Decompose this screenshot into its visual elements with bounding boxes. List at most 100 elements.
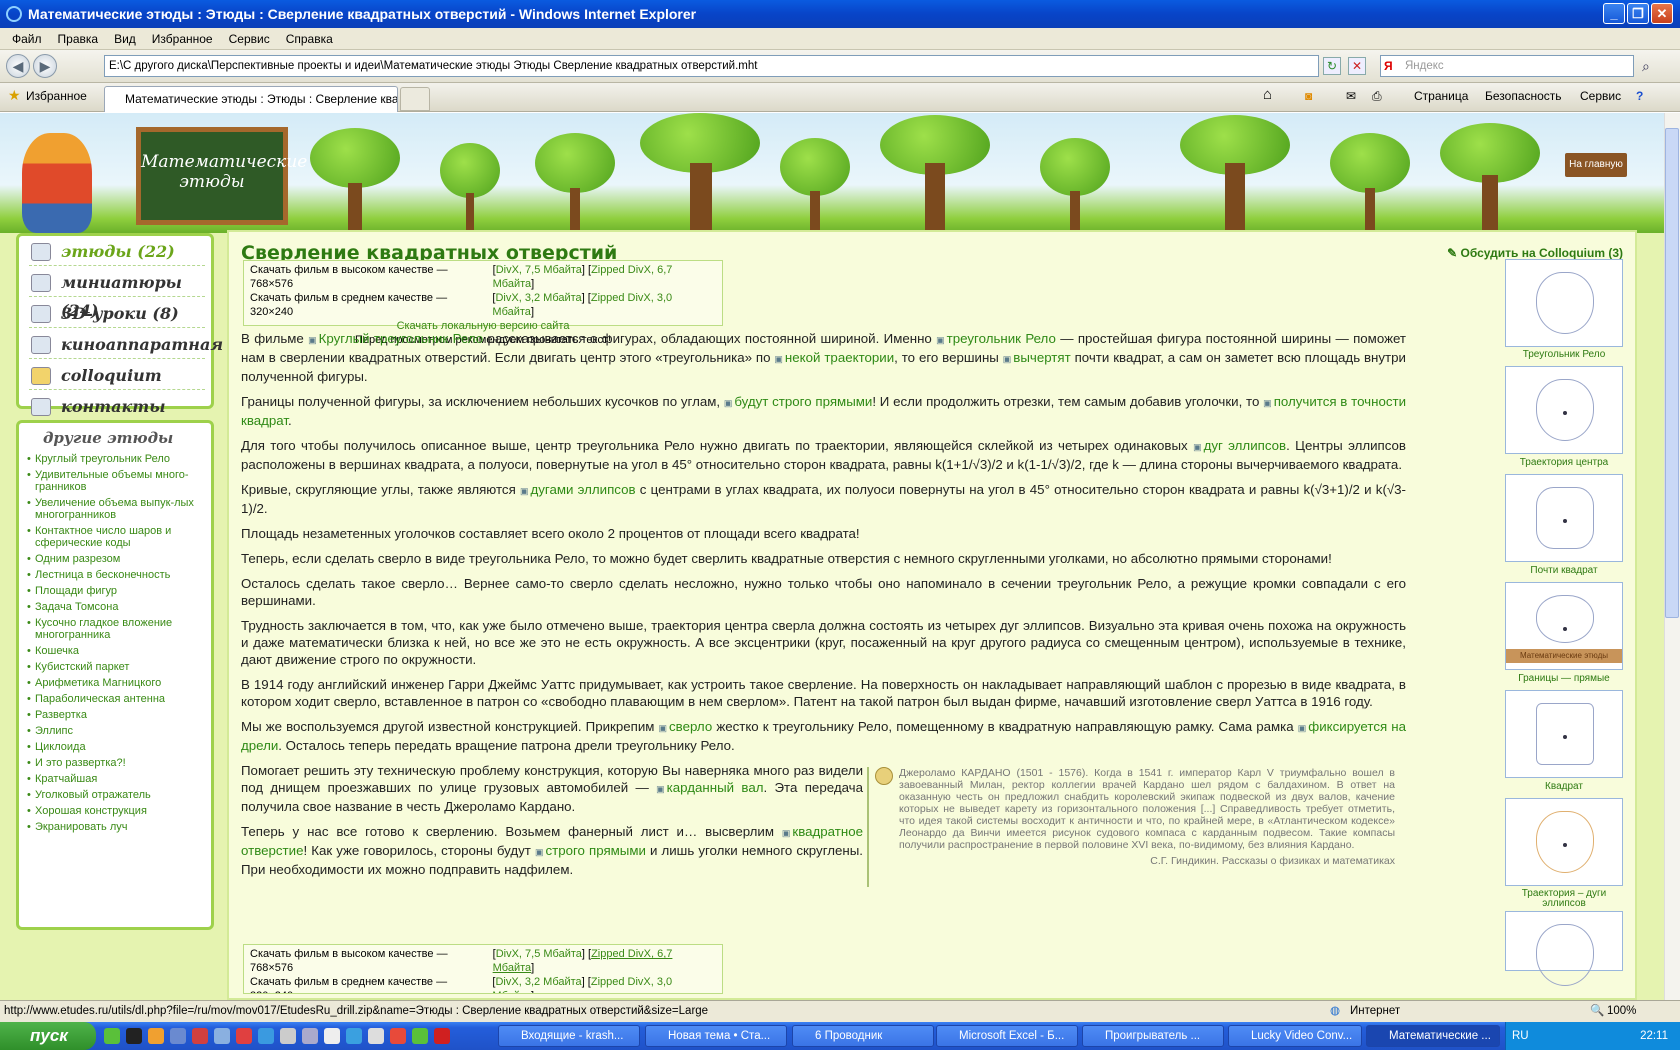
menu-favorites[interactable]: Избранное (144, 32, 221, 46)
thumbnail-image[interactable] (1505, 911, 1623, 986)
task-button[interactable]: Microsoft Excel - Б... (936, 1025, 1078, 1047)
quicklaunch-icon[interactable] (236, 1028, 252, 1044)
quicklaunch-icon[interactable] (368, 1028, 384, 1044)
rss-icon[interactable]: ◙ (1305, 89, 1312, 103)
thumbnail-image[interactable] (1505, 690, 1623, 778)
other-etude-link[interactable]: Экранировать луч (27, 819, 203, 835)
other-etude-link[interactable]: Развертка (27, 707, 203, 723)
download-hq-divx-link[interactable]: DivX, 7,5 Мбайта (496, 948, 582, 960)
quicklaunch-icon[interactable] (434, 1028, 450, 1044)
nav-item-miniatures[interactable]: миниатюры (24) (29, 269, 205, 320)
task-button[interactable]: Lucky Video Conv... (1228, 1025, 1362, 1047)
task-button[interactable]: Проигрыватель ... (1082, 1025, 1224, 1047)
download-hq-label[interactable]: Скачать фильм в высоком качестве (250, 948, 434, 960)
nav-item-contacts[interactable]: контакты (29, 393, 205, 421)
search-icon[interactable]: ⌕ (1642, 58, 1650, 75)
close-button[interactable]: ✕ (1651, 3, 1673, 24)
address-input[interactable]: E:\С другого диска\Перспективные проекты… (104, 55, 1319, 77)
home-icon[interactable]: ⌂ (1263, 86, 1272, 103)
thumbnail-image[interactable] (1505, 259, 1623, 347)
nav-item-colloquium[interactable]: colloquium (29, 362, 205, 390)
other-etude-link[interactable]: Эллипс (27, 723, 203, 739)
quicklaunch-icon[interactable] (126, 1028, 142, 1044)
zoom-level[interactable]: 100% (1607, 1001, 1636, 1022)
menu-edit[interactable]: Правка (50, 32, 107, 46)
download-mq-divx-link[interactable]: DivX, 3,2 Мбайта (495, 976, 581, 988)
download-mq-divx-link[interactable]: DivX, 3,2 Мбайта (495, 292, 581, 304)
minimize-button[interactable]: _ (1603, 3, 1625, 24)
other-etude-link[interactable]: Параболическая антенна (27, 691, 203, 707)
nav-item-3d-lessons[interactable]: 3D-уроки (8) (29, 300, 205, 328)
other-etude-link[interactable]: Площади фигур (27, 583, 203, 599)
help-icon[interactable]: ? (1636, 89, 1643, 103)
language-indicator[interactable]: RU (1512, 1022, 1529, 1050)
other-etude-link[interactable]: Кубистский паркет (27, 659, 203, 675)
nav-item-cinema[interactable]: киноаппаратная (29, 331, 223, 359)
other-etude-link[interactable]: Удивительные объемы много-гранников (27, 467, 203, 495)
inline-link[interactable]: вычертят (1003, 350, 1071, 365)
other-etude-link[interactable]: Круглый треугольник Рело (27, 451, 203, 467)
quicklaunch-icon[interactable] (412, 1028, 428, 1044)
quicklaunch-icon[interactable] (346, 1028, 362, 1044)
thumbnail-image[interactable] (1505, 798, 1623, 886)
quicklaunch-icon[interactable] (170, 1028, 186, 1044)
other-etude-link[interactable]: Контактное число шаров и сферические код… (27, 523, 203, 551)
home-signpost[interactable]: На главную (1565, 153, 1627, 177)
download-mq-label[interactable]: Скачать фильм в среднем качестве (250, 292, 433, 304)
inline-link[interactable]: некой траектории (774, 350, 894, 365)
quicklaunch-icon[interactable] (390, 1028, 406, 1044)
window-titlebar[interactable]: Математические этюды : Этюды : Сверление… (0, 0, 1680, 28)
menu-help[interactable]: Справка (278, 32, 341, 46)
other-etude-link[interactable]: Циклоида (27, 739, 203, 755)
other-etude-link[interactable]: Уголковый отражатель (27, 787, 203, 803)
quicklaunch-icon[interactable] (214, 1028, 230, 1044)
print-icon[interactable]: ⎙ (1372, 89, 1382, 104)
tab-active[interactable]: Математические этюды : Этюды : Сверление… (104, 86, 398, 112)
other-etude-link[interactable]: Задача Томсона (27, 599, 203, 615)
nav-item-etudes[interactable]: этюды (22) (29, 238, 205, 266)
inline-link[interactable]: сверло (659, 719, 713, 734)
stop-icon[interactable]: ✕ (1348, 57, 1366, 75)
quicklaunch-icon[interactable] (280, 1028, 296, 1044)
start-button[interactable]: пуск (0, 1022, 96, 1050)
task-button[interactable]: 6 Проводник (792, 1025, 934, 1047)
favorites-button[interactable]: Избранное (26, 89, 87, 103)
other-etude-link[interactable]: Одним разрезом (27, 551, 203, 567)
menu-tools[interactable]: Сервис (221, 32, 278, 46)
thumbnail-image[interactable] (1505, 474, 1623, 562)
back-button[interactable]: ◀ (6, 54, 30, 78)
inline-link[interactable]: будут строго прямыми (724, 394, 872, 409)
other-etude-link[interactable]: Кошечка (27, 643, 203, 659)
inline-link[interactable]: Круглый треугольник Рело (308, 331, 483, 346)
search-input[interactable]: Яндекс (1380, 55, 1634, 77)
inline-link[interactable]: строго прямыми (535, 843, 646, 858)
download-hq-label[interactable]: Скачать фильм в высоком качестве (250, 264, 434, 276)
page-menu[interactable]: Страница (1414, 89, 1468, 103)
quicklaunch-icon[interactable] (192, 1028, 208, 1044)
other-etude-link[interactable]: Хорошая конструкция (27, 803, 203, 819)
other-etude-link[interactable]: Увеличение объема выпук-лых многогранник… (27, 495, 203, 523)
task-button[interactable]: Новая тема • Ста... (645, 1025, 787, 1047)
quicklaunch-icon[interactable] (258, 1028, 274, 1044)
thumbnail-image[interactable]: Математические этюды (1505, 582, 1623, 670)
zoom-icon[interactable]: 🔍 (1590, 1001, 1604, 1022)
tools-menu[interactable]: Сервис (1580, 89, 1621, 103)
other-etude-link[interactable]: Лестница в бесконечность (27, 567, 203, 583)
download-mq-label[interactable]: Скачать фильм в среднем качестве (250, 976, 433, 988)
menu-view[interactable]: Вид (106, 32, 144, 46)
quicklaunch-icon[interactable] (324, 1028, 340, 1044)
favorites-star-icon[interactable]: ★ (8, 87, 21, 104)
quicklaunch-icon[interactable] (104, 1028, 120, 1044)
other-etude-link[interactable]: Кратчайшая (27, 771, 203, 787)
quicklaunch-icon[interactable] (148, 1028, 164, 1044)
inline-link[interactable]: дуг эллипсов (1193, 438, 1286, 453)
thumbnail-image[interactable] (1505, 366, 1623, 454)
forward-button[interactable]: ▶ (33, 54, 57, 78)
maximize-button[interactable]: ❐ (1627, 3, 1649, 24)
safety-menu[interactable]: Безопасность (1485, 89, 1562, 103)
inline-link[interactable]: карданный вал (656, 780, 763, 795)
clock[interactable]: 22:11 (1640, 1030, 1668, 1042)
mail-icon[interactable]: ✉ (1346, 89, 1356, 103)
quicklaunch-icon[interactable] (302, 1028, 318, 1044)
task-button[interactable]: Входящие - krash... (498, 1025, 640, 1047)
